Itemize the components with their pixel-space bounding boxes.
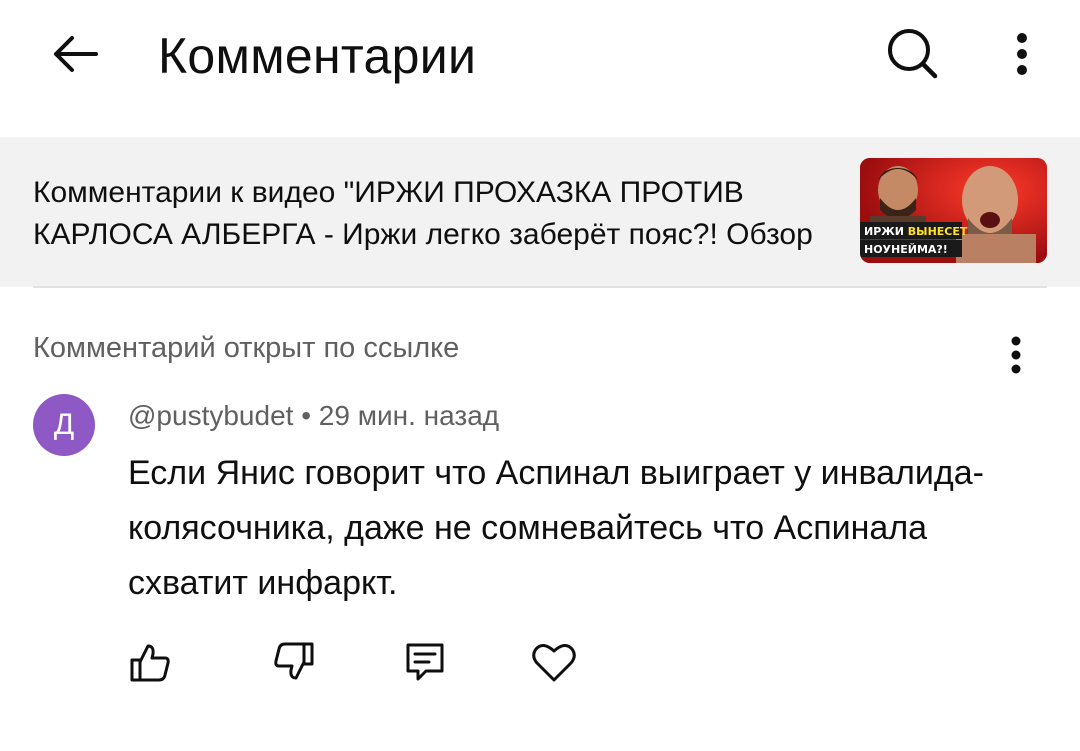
- page-title: Комментарии: [158, 28, 477, 84]
- thumbs-down-icon: [272, 640, 316, 684]
- more-vertical-icon: [1010, 335, 1022, 375]
- like-button[interactable]: [118, 630, 182, 694]
- video-thumbnail[interactable]: ИРЖИ ВЫНЕСЕТ НОУНЕЙМА?!: [860, 158, 1047, 263]
- thumbnail-caption-line-2: НОУНЕЙМА?!: [864, 243, 948, 256]
- svg-text:ИРЖИ ВЫНЕСЕТ: ИРЖИ ВЫНЕСЕТ: [864, 225, 968, 238]
- heart-button[interactable]: [522, 630, 586, 694]
- more-vertical-icon: [1015, 31, 1029, 77]
- top-app-bar: Комментарии: [0, 0, 1080, 110]
- dislike-button[interactable]: [262, 630, 326, 694]
- more-options-button[interactable]: [996, 22, 1048, 86]
- comment-time: 29 мин. назад: [318, 400, 500, 431]
- back-button[interactable]: [40, 22, 110, 86]
- search-button[interactable]: [878, 22, 946, 86]
- video-link-banner[interactable]: Комментарии к видео "ИРЖИ ПРОХАЗКА ПРОТИ…: [0, 137, 1080, 287]
- comment-author[interactable]: @pustybudet: [128, 400, 293, 431]
- comment-meta: @pustybudet • 29 мин. назад: [128, 398, 499, 434]
- comment-text: Если Янис говорит что Аспинал выиграет у…: [128, 454, 984, 602]
- heart-icon: [531, 640, 577, 684]
- thumbs-up-icon: [128, 640, 172, 684]
- meta-separator: •: [293, 400, 319, 431]
- avatar[interactable]: Д: [33, 394, 95, 456]
- reply-button[interactable]: [393, 630, 457, 694]
- thumbnail-caption-part: ИРЖИ: [864, 225, 908, 238]
- reply-icon: [402, 639, 448, 685]
- linked-comment-label: Комментарий открыт по ссылке: [33, 332, 460, 364]
- thumbnail-caption-highlight: ВЫНЕСЕТ: [908, 225, 968, 238]
- comment-more-button[interactable]: [990, 330, 1042, 380]
- divider: [33, 286, 1047, 288]
- comment-actions: [0, 630, 1080, 694]
- arrow-left-icon: [50, 34, 100, 74]
- search-icon: [884, 26, 940, 82]
- video-title: Комментарии к видео "ИРЖИ ПРОХАЗКА ПРОТИ…: [33, 176, 813, 251]
- thumbnail-image: ИРЖИ ВЫНЕСЕТ НОУНЕЙМА?!: [860, 158, 1047, 263]
